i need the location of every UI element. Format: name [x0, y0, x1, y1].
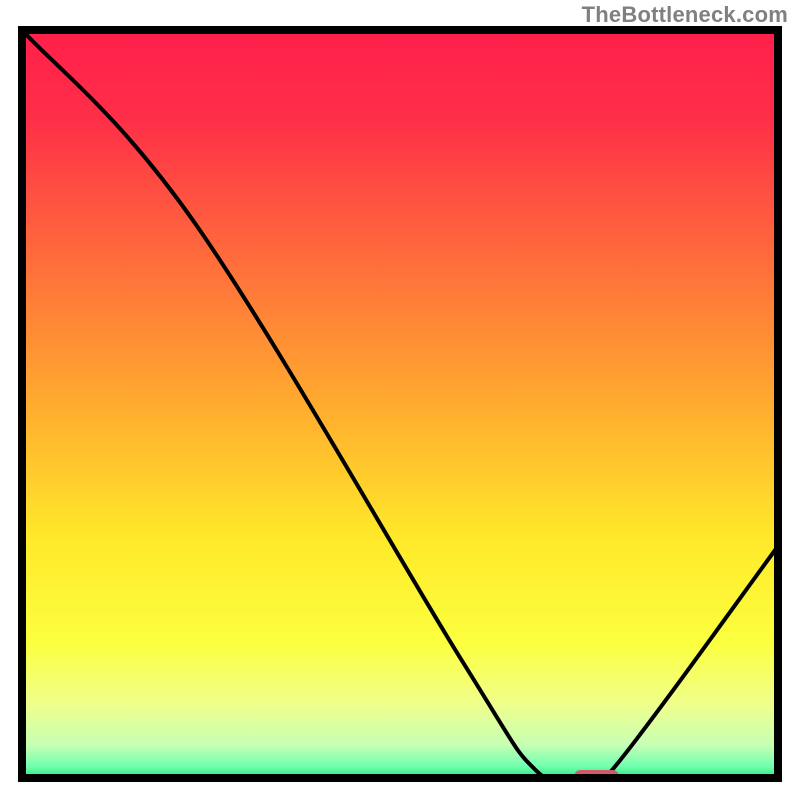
plot-area — [22, 30, 778, 791]
chart-container: TheBottleneck.com — [0, 0, 800, 800]
gradient-background — [22, 30, 778, 778]
bottleneck-chart — [0, 0, 800, 800]
watermark-text: TheBottleneck.com — [582, 2, 788, 28]
